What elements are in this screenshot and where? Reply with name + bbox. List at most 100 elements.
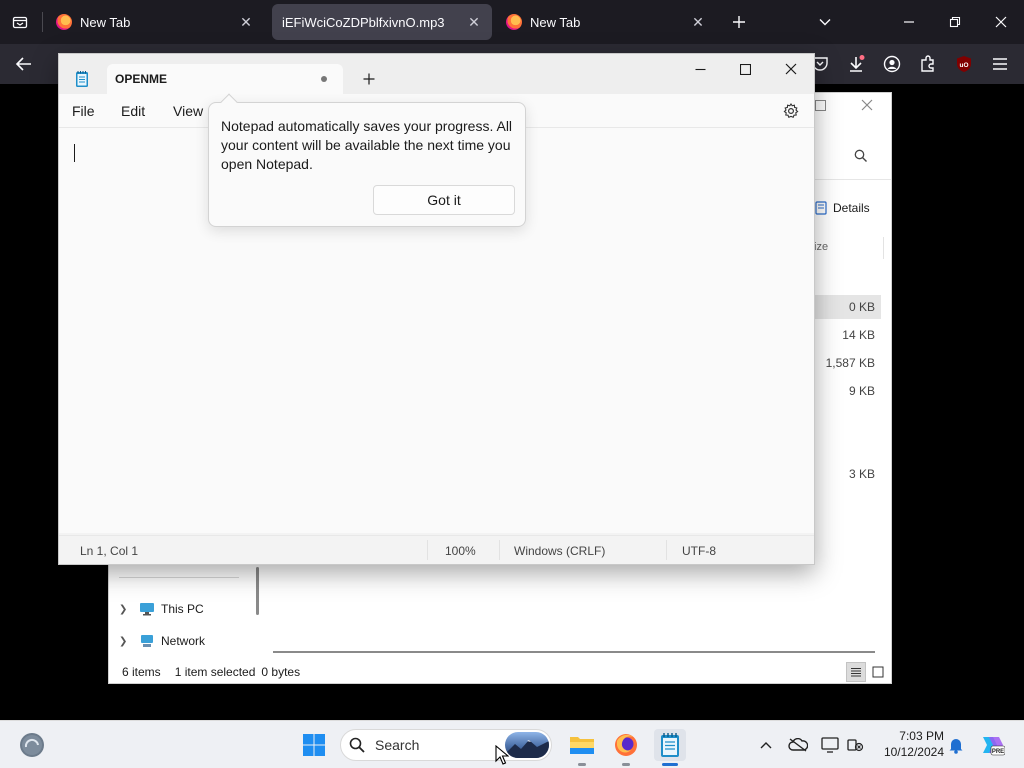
file-size: 0 KB: [848, 300, 875, 314]
menu-file[interactable]: File: [72, 103, 95, 119]
divider: [427, 540, 428, 560]
tab-title: New Tab: [530, 14, 581, 30]
restore-button[interactable]: [932, 0, 978, 44]
close-window-button[interactable]: [978, 0, 1024, 44]
widgets-icon[interactable]: [20, 733, 44, 757]
divider: [666, 540, 667, 560]
got-it-button[interactable]: Got it: [373, 185, 515, 215]
running-indicator: [578, 763, 586, 766]
notepad-icon[interactable]: [654, 729, 686, 761]
close-icon[interactable]: ✕: [238, 14, 254, 30]
chevron-down-icon: [819, 19, 831, 26]
new-tab-button[interactable]: [357, 68, 381, 92]
chevron-right-icon[interactable]: ❯: [119, 636, 131, 647]
nav-item-network[interactable]: ❯ Network: [119, 630, 205, 652]
search-placeholder: Search: [375, 737, 420, 753]
close-button[interactable]: [768, 54, 814, 84]
minimize-icon: [904, 21, 914, 23]
plus-icon: [363, 73, 375, 85]
notification-bell-icon[interactable]: [944, 733, 968, 757]
running-indicator: [622, 763, 630, 766]
large-icons-view-button[interactable]: [868, 662, 888, 682]
download-icon[interactable]: [844, 52, 868, 76]
firefox-logo-icon: [506, 14, 522, 30]
extensions-icon[interactable]: [916, 52, 940, 76]
display-icon[interactable]: [818, 733, 842, 757]
maximize-button[interactable]: [722, 54, 768, 84]
divider: [883, 237, 884, 259]
divider: [499, 540, 500, 560]
notepad-app-icon: [75, 70, 89, 93]
close-icon[interactable]: [861, 99, 873, 114]
encoding: UTF-8: [682, 544, 716, 558]
file-size: 3 KB: [848, 467, 875, 481]
onedrive-icon[interactable]: [786, 733, 810, 757]
close-icon[interactable]: ✕: [466, 14, 482, 30]
tab-title: OPENME: [115, 72, 168, 86]
nav-item-this-pc[interactable]: ❯ This PC: [119, 598, 204, 620]
restore-icon[interactable]: [815, 99, 826, 114]
notepad-status-bar: Ln 1, Col 1 100% Windows (CRLF) UTF-8: [59, 535, 814, 564]
line-ending: Windows (CRLF): [514, 544, 606, 558]
account-icon[interactable]: [880, 52, 904, 76]
close-icon[interactable]: ✕: [690, 14, 706, 30]
minimize-button[interactable]: [677, 54, 723, 84]
item-count: 6 items: [122, 665, 161, 679]
menu-edit[interactable]: Edit: [121, 103, 145, 119]
divider: [119, 577, 239, 578]
details-pane-button[interactable]: Details: [815, 201, 870, 215]
active-indicator: [662, 763, 678, 766]
settings-gear-icon[interactable]: [781, 101, 801, 121]
close-icon: [785, 63, 797, 75]
firefox-icon[interactable]: [610, 729, 642, 761]
explorer-status-bar: 6 items 1 item selected 0 bytes: [109, 661, 891, 683]
list-all-tabs-button[interactable]: [802, 0, 848, 44]
windows-start-icon[interactable]: [298, 729, 330, 761]
notepad-tab-openme[interactable]: OPENME: [107, 64, 343, 94]
browser-tab-new-tab-2[interactable]: New Tab ✕: [496, 4, 716, 40]
nav-label: Network: [161, 634, 206, 648]
divider: [42, 12, 43, 32]
unsaved-indicator[interactable]: [321, 76, 327, 82]
file-size: 14 KB: [842, 328, 875, 342]
firefox-tab-bar: New Tab ✕ iEFiWciCoZDPblfxivnO.mp3 ✕ New…: [0, 0, 1024, 44]
chevron-up-icon[interactable]: [754, 733, 778, 757]
search-highlight-icon: [505, 732, 549, 758]
horizontal-scrollbar[interactable]: [273, 651, 875, 653]
network-status-icon[interactable]: [843, 733, 867, 757]
copilot-icon[interactable]: PRE: [978, 733, 1006, 757]
search-icon[interactable]: [854, 149, 868, 168]
ublock-origin-icon[interactable]: uO: [952, 52, 976, 76]
file-explorer-icon[interactable]: [566, 729, 598, 761]
menu-view[interactable]: View: [173, 103, 203, 119]
system-clock[interactable]: 7:03 PM 10/12/2024: [872, 728, 944, 760]
minimize-button[interactable]: [886, 0, 932, 44]
zoom-level: 100%: [445, 544, 476, 558]
selection-count: 1 item selected: [174, 665, 256, 679]
explorer-window-controls: [811, 93, 891, 123]
clock-time: 7:03 PM: [899, 729, 944, 743]
browser-tab-mp3[interactable]: iEFiWciCoZDPblfxivnO.mp3 ✕: [272, 4, 492, 40]
mouse-pointer-icon: [495, 744, 510, 768]
chevron-right-icon[interactable]: ❯: [119, 604, 131, 615]
taskbar-search-box[interactable]: Search: [340, 729, 552, 761]
tiles-view-icon: [872, 666, 884, 678]
hamburger-menu-icon[interactable]: [988, 52, 1012, 76]
svg-text:PRE: PRE: [992, 749, 1004, 755]
nav-scrollbar[interactable]: [256, 567, 259, 615]
details-view-icon: [851, 668, 861, 677]
back-button[interactable]: [10, 52, 38, 76]
maximize-icon: [739, 63, 751, 75]
windows-taskbar: Search 7:03 PM 10/12/2024 PRE: [0, 720, 1024, 768]
file-size: 9 KB: [848, 384, 875, 398]
new-tab-button[interactable]: [716, 0, 762, 44]
autosave-teaching-tip: Notepad automatically saves your progres…: [208, 93, 526, 227]
notepad-title-bar: OPENME: [59, 54, 814, 94]
minimize-icon: [695, 68, 705, 70]
details-label: Details: [833, 201, 870, 215]
tab-title: iEFiWciCoZDPblfxivnO.mp3: [282, 14, 445, 30]
details-view-button[interactable]: [846, 662, 866, 682]
size-column-header[interactable]: ize: [814, 241, 828, 253]
tab-list-icon[interactable]: [8, 10, 32, 34]
browser-tab-new-tab[interactable]: New Tab ✕: [46, 4, 264, 40]
